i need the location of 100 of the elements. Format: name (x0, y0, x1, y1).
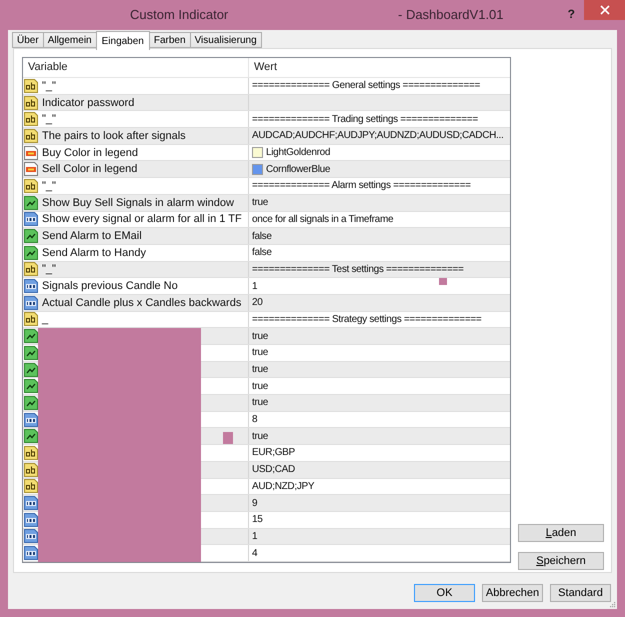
value-text: 20 (252, 296, 263, 310)
tab[interactable]: Visualisierung (190, 32, 262, 48)
text-tile-icon (24, 312, 38, 326)
variable-name: "_" (42, 178, 56, 193)
table-row[interactable]: true (23, 362, 510, 378)
table-row[interactable]: Sell Color in legend CornflowerBlue (23, 161, 510, 178)
zigzag-tile-icon (24, 396, 38, 410)
table-row[interactable]: Signals previous Candle No 1 (23, 278, 510, 295)
table-row[interactable]: Show Buy Sell Signals in alarm window true (23, 194, 510, 212)
window-title: Custom Indicator (130, 6, 228, 24)
tab[interactable]: Eingaben (96, 31, 150, 50)
table-row[interactable]: true (23, 378, 510, 396)
table-row[interactable]: Indicator password (23, 94, 510, 112)
table-row[interactable]: true (23, 345, 510, 362)
zigzag-tile-icon (24, 246, 38, 260)
value-text: 1 (252, 530, 258, 543)
table-row[interactable]: 4 (23, 545, 510, 562)
value-text: 1 (252, 280, 258, 293)
table-row[interactable]: 8 (23, 412, 510, 428)
number-tile-icon (24, 412, 38, 427)
tab[interactable]: Allgemein (42, 32, 97, 48)
close-icon (600, 5, 610, 15)
zigzag-tile-icon (24, 362, 38, 377)
value-text: LightGoldenrod (266, 146, 330, 160)
table-row[interactable]: 1 (23, 528, 510, 546)
value-text: ============== Trading settings ============== (252, 112, 478, 126)
table-row[interactable]: true (23, 395, 510, 412)
table-row[interactable]: 9 (23, 495, 510, 512)
value-text: true (252, 196, 268, 210)
value-text: ============== General settings ============== (252, 79, 480, 92)
number-tile-icon (24, 212, 38, 226)
variable-name: Show every signal or alarm for all in 1 TF (42, 212, 242, 226)
table-row[interactable]: true (23, 428, 510, 446)
column-header[interactable]: Variable (23, 58, 249, 77)
variable-name: "_" (42, 78, 56, 93)
number-tile-icon (24, 279, 38, 294)
text-tile-icon (24, 112, 38, 126)
variable-name: Indicator password (42, 96, 134, 110)
side-button[interactable]: Speichern (518, 552, 604, 570)
variable-name: Send Alarm to Handy (42, 246, 146, 260)
value-text: 8 (252, 413, 258, 426)
number-tile-icon (24, 529, 38, 544)
text-tile-icon (24, 446, 38, 460)
number-tile-icon (24, 546, 38, 560)
value-text: true (252, 396, 268, 410)
table-row[interactable]: "_" ============== General settings ============== (23, 78, 510, 95)
text-tile-icon (24, 128, 38, 143)
resize-grip-icon[interactable] (610, 602, 616, 608)
table-row[interactable]: Show every signal or alarm for all in 1 TF once for all signals in a Timeframe (23, 212, 510, 228)
value-text: CornflowerBlue (266, 162, 330, 176)
zigzag-tile-icon (24, 329, 38, 344)
table-row[interactable]: Actual Candle plus x Candles backwards 20 (23, 294, 510, 312)
table-row[interactable]: "_" ============== Test settings ============== (23, 262, 510, 278)
value-text: 4 (252, 546, 258, 560)
text-tile-icon (24, 96, 38, 110)
table-row[interactable]: The pairs to look after signals AUDCAD;AUDCHF;AUDJPY;AUDNZD;AUDUSD;CADCH... (23, 128, 510, 145)
table-row[interactable]: AUD;NZD;JPY (23, 478, 510, 496)
dialog-button[interactable]: OK (414, 584, 475, 602)
value-text: true (252, 380, 268, 393)
table-row[interactable]: Send Alarm to EMail false (23, 228, 510, 245)
table-row[interactable]: _ ============== Strategy settings ============== (23, 312, 510, 328)
table-row[interactable]: "_" ============== Alarm settings ============== (23, 178, 510, 195)
window-subtitle: - DashboardV1.01 (398, 6, 504, 24)
variable-name: Buy Color in legend (42, 146, 138, 160)
table-row[interactable]: Buy Color in legend LightGoldenrod (23, 144, 510, 162)
table-row[interactable]: true (23, 328, 510, 345)
dialog-button[interactable]: Standard (550, 584, 611, 602)
text-tile-icon (24, 262, 38, 276)
value-text: true (252, 363, 268, 376)
variable-name: Sell Color in legend (42, 162, 138, 176)
table-row[interactable]: 15 (23, 512, 510, 529)
table-row[interactable]: EUR;GBP (23, 445, 510, 462)
side-button[interactable]: Laden (518, 524, 604, 542)
value-text: EUR;GBP (252, 446, 295, 460)
value-text: true (252, 330, 268, 343)
value-text: false (252, 246, 272, 260)
value-text: AUD;NZD;JPY (252, 480, 314, 493)
zigzag-tile-icon (24, 196, 38, 210)
value-text: true (252, 430, 268, 443)
value-text: false (252, 230, 272, 243)
variable-name: Actual Candle plus x Candles backwards (42, 296, 242, 310)
value-text: USD;CAD (252, 463, 295, 476)
help-button[interactable]: ? (568, 7, 575, 21)
value-text: ============== Test settings ============== (252, 262, 464, 276)
value-text: 9 (252, 496, 258, 510)
table-row[interactable]: USD;CAD (23, 462, 510, 478)
variable-name: Send Alarm to EMail (42, 229, 142, 244)
tab[interactable]: Farben (148, 32, 191, 48)
column-header[interactable]: Wert (249, 58, 510, 77)
variable-name: _ (42, 312, 48, 326)
dialog-button[interactable]: Abbrechen (482, 584, 543, 602)
number-tile-icon (24, 496, 38, 510)
value-text: once for all signals in a Timeframe (252, 212, 394, 226)
close-button[interactable] (584, 0, 625, 20)
table-row[interactable]: Send Alarm to Handy false (23, 244, 510, 262)
value-text: AUDCAD;AUDCHF;AUDJPY;AUDNZD;AUDUSD;CADCH... (252, 129, 504, 142)
value-text: true (252, 346, 268, 360)
table-row[interactable]: "_" ============== Trading settings ============== (23, 111, 510, 128)
value-text: ============== Strategy settings ============== (252, 312, 482, 326)
tab[interactable]: Über (12, 32, 44, 48)
